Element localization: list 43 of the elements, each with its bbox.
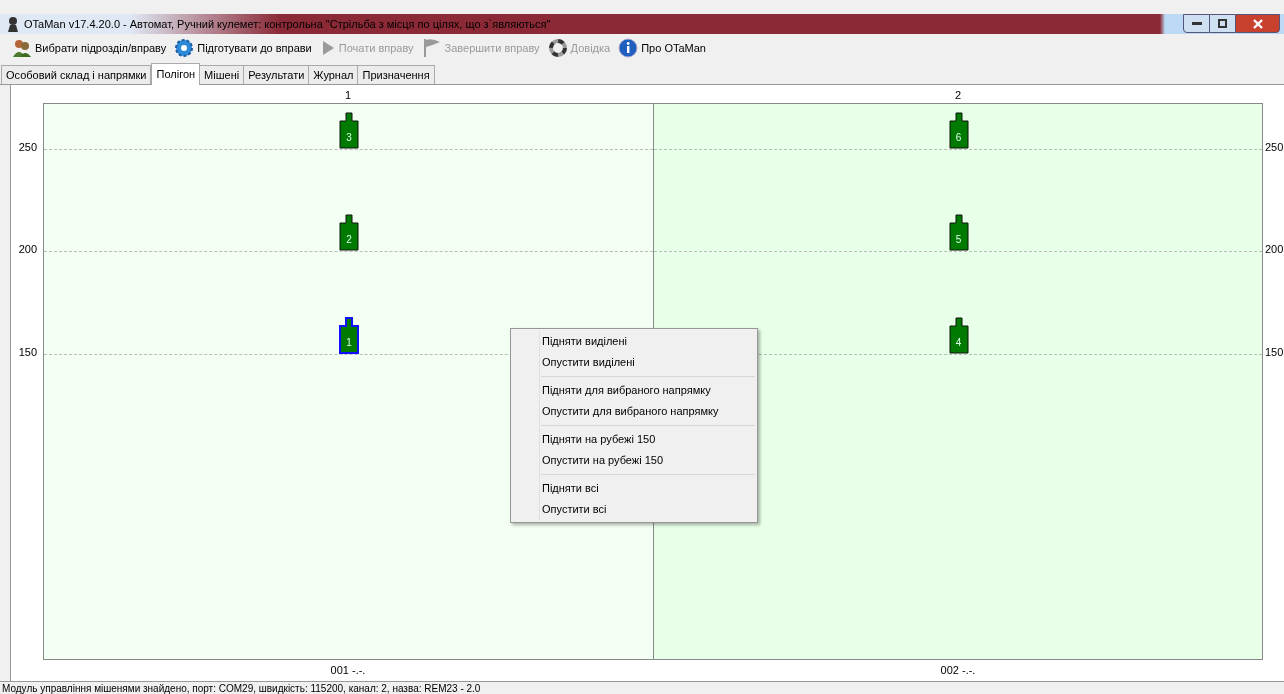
- target-figure[interactable]: [339, 112, 359, 150]
- toolbar-button[interactable]: Підготувати до вправи: [174, 38, 312, 58]
- tab[interactable]: Особовий склад і напрямки: [1, 65, 152, 84]
- status-text: Модуль управління мішенями знайдено, порт: COM29, швидкість: 115200, канал: 2, назва: REM23 - 2.0: [1, 682, 482, 694]
- gear-icon: [174, 38, 195, 58]
- toolbar-button[interactable]: Про OTaMan: [618, 38, 706, 58]
- tab[interactable]: Журнал: [308, 65, 359, 84]
- app-icon: [6, 16, 20, 32]
- lane-number: 1: [344, 87, 352, 103]
- window-title: OTaMan v17.4.20.0 - Автомат, Ручний кулемет: контрольна "Стрільба з місця по цілях, що з`являються": [24, 16, 551, 32]
- axis-label: 150: [18, 346, 37, 358]
- target-number: 3: [345, 133, 353, 144]
- toolbar-button[interactable]: Вибрати підрозділ/вправу: [12, 38, 167, 58]
- lane-number: 2: [954, 87, 962, 103]
- tab[interactable]: Полігон: [151, 63, 201, 85]
- info-icon: [618, 38, 639, 58]
- target-number: 5: [954, 235, 963, 246]
- minimize-button[interactable]: [1183, 14, 1210, 33]
- target-number: 4: [954, 337, 963, 348]
- target-figure[interactable]: [948, 214, 969, 252]
- axis-label: 250: [18, 142, 37, 154]
- tab[interactable]: Мішені: [199, 65, 245, 84]
- target-figure[interactable]: [948, 112, 969, 150]
- axis-label: 150: [1265, 346, 1284, 358]
- people-icon: [12, 38, 32, 58]
- target-figure[interactable]: [339, 214, 359, 252]
- lifebuoy-icon: [547, 38, 568, 58]
- axis-label: 200: [1265, 244, 1284, 256]
- target-figure[interactable]: [339, 316, 359, 354]
- close-icon: [1252, 18, 1263, 29]
- target-number: 6: [954, 133, 963, 144]
- target-figure[interactable]: [948, 316, 969, 354]
- tab[interactable]: Результати: [243, 65, 310, 84]
- lane-result: 001 -.-.: [330, 662, 366, 678]
- target-number: 2: [345, 235, 353, 246]
- axis-label: 200: [18, 244, 37, 256]
- axis-label: 250: [1265, 142, 1284, 154]
- tab[interactable]: Призначення: [357, 65, 435, 84]
- restore-button[interactable]: [1210, 14, 1235, 33]
- flag-icon: [421, 38, 442, 58]
- close-button[interactable]: [1235, 14, 1280, 33]
- target-number: 1: [345, 337, 353, 348]
- lane-result: 002 -.-.: [940, 662, 976, 678]
